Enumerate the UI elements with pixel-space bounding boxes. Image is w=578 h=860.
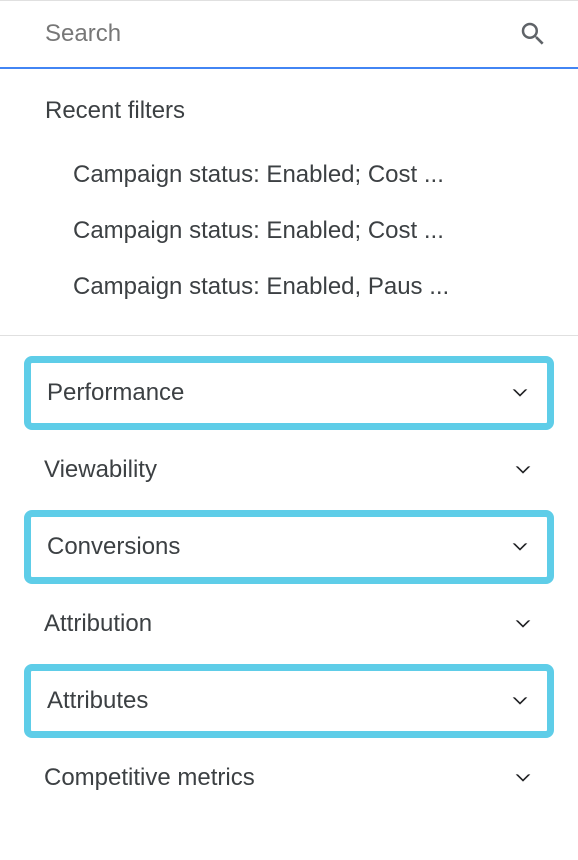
category-performance-wrapper: Performance <box>0 350 578 436</box>
chevron-down-icon <box>512 459 534 481</box>
recent-filter-item[interactable]: Campaign status: Enabled; Cost ... <box>45 203 533 259</box>
category-performance[interactable]: Performance <box>24 356 554 430</box>
category-attribution-wrapper: Attribution <box>0 590 578 658</box>
category-viewability-wrapper: Viewability <box>0 436 578 504</box>
category-label: Conversions <box>47 533 180 561</box>
category-competitive-metrics-wrapper: Competitive metrics <box>0 744 578 812</box>
recent-filter-item[interactable]: Campaign status: Enabled, Paus ... <box>45 259 533 315</box>
chevron-down-icon <box>509 536 531 558</box>
category-attributes[interactable]: Attributes <box>24 664 554 738</box>
chevron-down-icon <box>512 613 534 635</box>
chevron-down-icon <box>512 767 534 789</box>
filter-panel: Recent filters Campaign status: Enabled;… <box>0 0 578 860</box>
chevron-down-icon <box>509 690 531 712</box>
category-viewability[interactable]: Viewability <box>24 442 554 498</box>
filter-categories: Performance Viewability Conversions <box>0 336 578 826</box>
category-conversions-wrapper: Conversions <box>0 504 578 590</box>
search-icon[interactable] <box>518 19 548 49</box>
search-input[interactable] <box>45 20 518 48</box>
search-bar <box>0 1 578 69</box>
category-label: Viewability <box>44 456 157 484</box>
recent-filters-title: Recent filters <box>45 97 533 125</box>
recent-filters-section: Recent filters Campaign status: Enabled;… <box>0 69 578 336</box>
category-conversions[interactable]: Conversions <box>24 510 554 584</box>
category-label: Competitive metrics <box>44 764 255 792</box>
recent-filter-item[interactable]: Campaign status: Enabled; Cost ... <box>45 147 533 203</box>
category-attribution[interactable]: Attribution <box>24 596 554 652</box>
chevron-down-icon <box>509 382 531 404</box>
category-label: Attributes <box>47 687 148 715</box>
category-attributes-wrapper: Attributes <box>0 658 578 744</box>
category-label: Performance <box>47 379 184 407</box>
category-label: Attribution <box>44 610 152 638</box>
category-competitive-metrics[interactable]: Competitive metrics <box>24 750 554 806</box>
